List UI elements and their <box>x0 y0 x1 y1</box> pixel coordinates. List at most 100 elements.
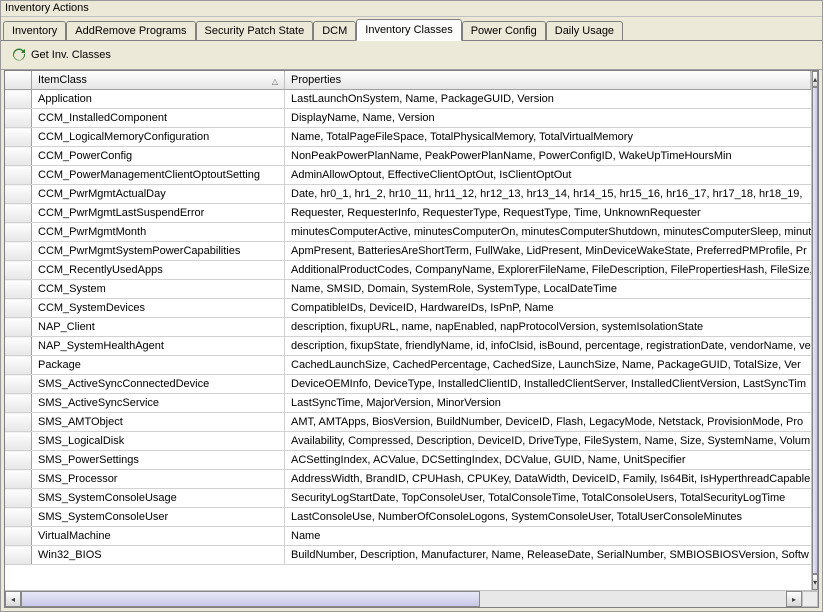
itemclass-cell[interactable]: CCM_PowerManagementClientOptoutSetting <box>32 166 285 185</box>
table-row[interactable]: NAP_Clientdescription, fixupURL, name, n… <box>5 318 811 337</box>
table-row[interactable]: VirtualMachineName <box>5 527 811 546</box>
table-row[interactable]: ApplicationLastLaunchOnSystem, Name, Pac… <box>5 90 811 109</box>
properties-cell[interactable]: ACSettingIndex, ACValue, DCSettingIndex,… <box>285 451 811 470</box>
properties-cell[interactable]: description, fixupState, friendlyName, i… <box>285 337 811 356</box>
window-title: Inventory Actions <box>1 1 822 17</box>
itemclass-cell[interactable]: CCM_PwrMgmtLastSuspendError <box>32 204 285 223</box>
properties-cell[interactable]: AMT, AMTApps, BiosVersion, BuildNumber, … <box>285 413 811 432</box>
tab-security-patch-state[interactable]: Security Patch State <box>196 21 314 41</box>
row-header <box>5 204 32 223</box>
properties-cell[interactable]: description, fixupURL, name, napEnabled,… <box>285 318 811 337</box>
itemclass-cell[interactable]: Package <box>32 356 285 375</box>
table-row[interactable]: CCM_PwrMgmtActualDayDate, hr0_1, hr1_2, … <box>5 185 811 204</box>
scroll-down-arrow[interactable]: ▾ <box>812 574 818 590</box>
table-row[interactable]: CCM_PwrMgmtLastSuspendErrorRequester, Re… <box>5 204 811 223</box>
tab-dcm[interactable]: DCM <box>313 21 356 41</box>
itemclass-cell[interactable]: CCM_PwrMgmtMonth <box>32 223 285 242</box>
properties-cell[interactable]: AdminAllowOptout, EffectiveClientOptOut,… <box>285 166 811 185</box>
properties-cell[interactable]: DeviceOEMInfo, DeviceType, InstalledClie… <box>285 375 811 394</box>
table-row[interactable]: SMS_LogicalDiskAvailability, Compressed,… <box>5 432 811 451</box>
table-row[interactable]: CCM_RecentlyUsedAppsAdditionalProductCod… <box>5 261 811 280</box>
table-row[interactable]: CCM_LogicalMemoryConfigurationName, Tota… <box>5 128 811 147</box>
table-row[interactable]: CCM_InstalledComponentDisplayName, Name,… <box>5 109 811 128</box>
itemclass-cell[interactable]: CCM_LogicalMemoryConfiguration <box>32 128 285 147</box>
table-row[interactable]: SMS_SystemConsoleUsageSecurityLogStartDa… <box>5 489 811 508</box>
properties-cell[interactable]: CachedLaunchSize, CachedPercentage, Cach… <box>285 356 811 375</box>
itemclass-cell[interactable]: CCM_SystemDevices <box>32 299 285 318</box>
table-row[interactable]: SMS_ActiveSyncServiceLastSyncTime, Major… <box>5 394 811 413</box>
itemclass-cell[interactable]: Application <box>32 90 285 109</box>
properties-cell[interactable]: SecurityLogStartDate, TopConsoleUser, To… <box>285 489 811 508</box>
tab-inventory[interactable]: Inventory <box>3 21 66 41</box>
table-row[interactable]: CCM_PwrMgmtSystemPowerCapabilitiesApmPre… <box>5 242 811 261</box>
properties-cell[interactable]: AdditionalProductCodes, CompanyName, Exp… <box>285 261 811 280</box>
properties-cell[interactable]: Name, TotalPageFileSpace, TotalPhysicalM… <box>285 128 811 147</box>
table-row[interactable]: SMS_SystemConsoleUserLastConsoleUse, Num… <box>5 508 811 527</box>
get-inv-classes-button[interactable]: Get Inv. Classes <box>7 45 115 65</box>
horizontal-scroll-thumb[interactable] <box>21 591 480 607</box>
itemclass-cell[interactable]: CCM_InstalledComponent <box>32 109 285 128</box>
row-header <box>5 280 32 299</box>
properties-cell[interactable]: LastConsoleUse, NumberOfConsoleLogons, S… <box>285 508 811 527</box>
itemclass-cell[interactable]: CCM_PowerConfig <box>32 147 285 166</box>
inventory-actions-window: Inventory Actions InventoryAddRemove Pro… <box>0 0 823 612</box>
itemclass-cell[interactable]: VirtualMachine <box>32 527 285 546</box>
properties-cell[interactable]: DisplayName, Name, Version <box>285 109 811 128</box>
properties-cell[interactable]: CompatibleIDs, DeviceID, HardwareIDs, Is… <box>285 299 811 318</box>
itemclass-cell[interactable]: SMS_SystemConsoleUser <box>32 508 285 527</box>
itemclass-cell[interactable]: NAP_SystemHealthAgent <box>32 337 285 356</box>
table-row[interactable]: SMS_ProcessorAddressWidth, BrandID, CPUH… <box>5 470 811 489</box>
table-row[interactable]: CCM_SystemName, SMSID, Domain, SystemRol… <box>5 280 811 299</box>
table-row[interactable]: NAP_SystemHealthAgentdescription, fixupS… <box>5 337 811 356</box>
vertical-scrollbar[interactable]: ▴ ▾ <box>811 71 818 590</box>
scroll-left-arrow[interactable]: ◂ <box>5 591 21 607</box>
properties-cell[interactable]: Requester, RequesterInfo, RequesterType,… <box>285 204 811 223</box>
horizontal-scrollbar[interactable]: ◂ ▸ <box>5 590 818 607</box>
table-row[interactable]: SMS_PowerSettingsACSettingIndex, ACValue… <box>5 451 811 470</box>
properties-column-header[interactable]: Properties <box>285 71 811 90</box>
properties-cell[interactable]: NonPeakPowerPlanName, PeakPowerPlanName,… <box>285 147 811 166</box>
table-row[interactable]: PackageCachedLaunchSize, CachedPercentag… <box>5 356 811 375</box>
properties-cell[interactable]: Availability, Compressed, Description, D… <box>285 432 811 451</box>
itemclass-cell[interactable]: CCM_PwrMgmtActualDay <box>32 185 285 204</box>
properties-cell[interactable]: ApmPresent, BatteriesAreShortTerm, FullW… <box>285 242 811 261</box>
table-row[interactable]: CCM_PowerConfigNonPeakPowerPlanName, Pea… <box>5 147 811 166</box>
itemclass-cell[interactable]: CCM_PwrMgmtSystemPowerCapabilities <box>32 242 285 261</box>
tab-addremove-programs[interactable]: AddRemove Programs <box>66 21 195 41</box>
itemclass-column-header[interactable]: ItemClass △ <box>32 71 285 90</box>
itemclass-cell[interactable]: SMS_Processor <box>32 470 285 489</box>
properties-cell[interactable]: minutesComputerActive, minutesComputerOn… <box>285 223 811 242</box>
scroll-right-arrow[interactable]: ▸ <box>786 591 802 607</box>
properties-cell[interactable]: Name, SMSID, Domain, SystemRole, SystemT… <box>285 280 811 299</box>
itemclass-cell[interactable]: SMS_SystemConsoleUsage <box>32 489 285 508</box>
horizontal-scroll-track[interactable] <box>21 591 786 607</box>
itemclass-cell[interactable]: NAP_Client <box>32 318 285 337</box>
itemclass-cell[interactable]: SMS_AMTObject <box>32 413 285 432</box>
properties-cell[interactable]: AddressWidth, BrandID, CPUHash, CPUKey, … <box>285 470 811 489</box>
vertical-scroll-thumb[interactable] <box>812 87 818 574</box>
row-header <box>5 261 32 280</box>
tab-inventory-classes[interactable]: Inventory Classes <box>356 19 461 41</box>
properties-cell[interactable]: Name <box>285 527 811 546</box>
table-row[interactable]: SMS_ActiveSyncConnectedDeviceDeviceOEMIn… <box>5 375 811 394</box>
itemclass-cell[interactable]: SMS_ActiveSyncService <box>32 394 285 413</box>
itemclass-cell[interactable]: Win32_BIOS <box>32 546 285 565</box>
tab-power-config[interactable]: Power Config <box>462 21 546 41</box>
itemclass-cell[interactable]: CCM_System <box>32 280 285 299</box>
itemclass-cell[interactable]: SMS_LogicalDisk <box>32 432 285 451</box>
row-header <box>5 90 32 109</box>
properties-cell[interactable]: LastSyncTime, MajorVersion, MinorVersion <box>285 394 811 413</box>
table-row[interactable]: SMS_AMTObjectAMT, AMTApps, BiosVersion, … <box>5 413 811 432</box>
itemclass-cell[interactable]: SMS_ActiveSyncConnectedDevice <box>32 375 285 394</box>
table-row[interactable]: CCM_PwrMgmtMonthminutesComputerActive, m… <box>5 223 811 242</box>
properties-cell[interactable]: LastLaunchOnSystem, Name, PackageGUID, V… <box>285 90 811 109</box>
properties-cell[interactable]: BuildNumber, Description, Manufacturer, … <box>285 546 811 565</box>
scroll-up-arrow[interactable]: ▴ <box>812 71 818 87</box>
itemclass-cell[interactable]: SMS_PowerSettings <box>32 451 285 470</box>
tab-daily-usage[interactable]: Daily Usage <box>546 21 623 41</box>
table-row[interactable]: CCM_PowerManagementClientOptoutSettingAd… <box>5 166 811 185</box>
properties-cell[interactable]: Date, hr0_1, hr1_2, hr10_11, hr11_12, hr… <box>285 185 811 204</box>
table-row[interactable]: Win32_BIOSBuildNumber, Description, Manu… <box>5 546 811 565</box>
itemclass-cell[interactable]: CCM_RecentlyUsedApps <box>32 261 285 280</box>
table-row[interactable]: CCM_SystemDevicesCompatibleIDs, DeviceID… <box>5 299 811 318</box>
